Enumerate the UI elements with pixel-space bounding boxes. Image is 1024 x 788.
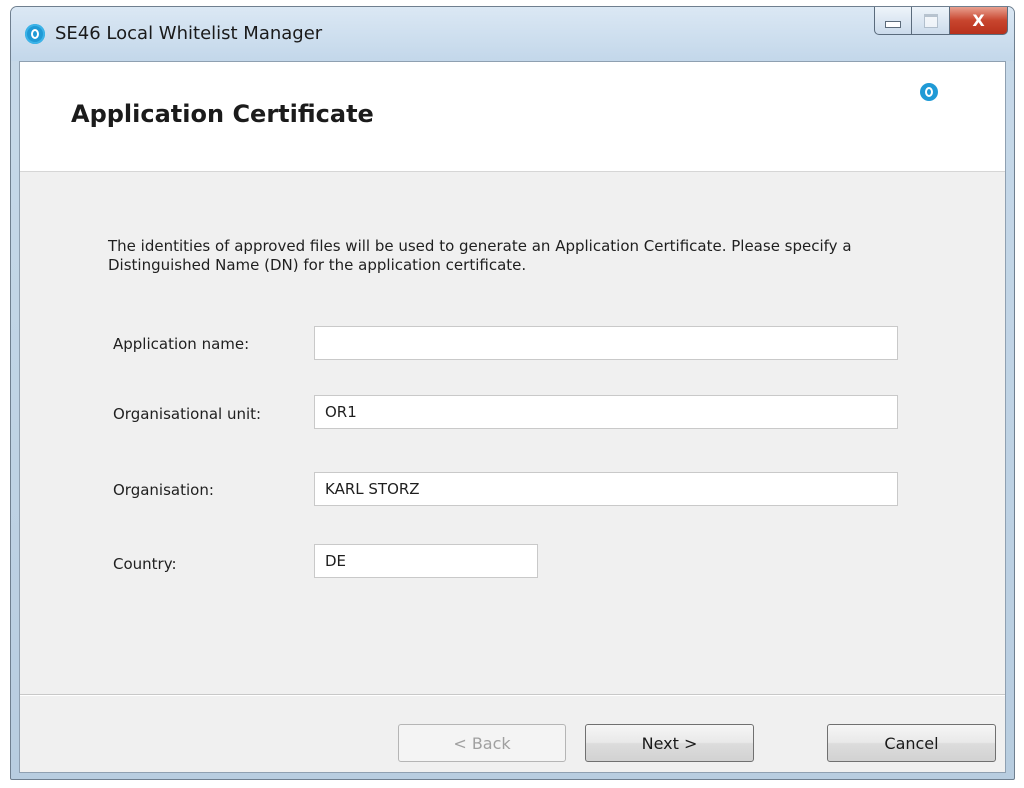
minimize-icon	[885, 21, 901, 28]
footer-divider	[20, 694, 1005, 696]
app-logo-icon	[25, 24, 45, 44]
minimize-button[interactable]	[874, 7, 912, 35]
organisational-unit-label: Organisational unit:	[113, 405, 262, 423]
page-title: Application Certificate	[71, 100, 374, 128]
header-panel: Application Certificate	[20, 62, 1005, 172]
window-title: SE46 Local Whitelist Manager	[55, 23, 323, 44]
dialog-window: SE46 Local Whitelist Manager X Applicati…	[10, 6, 1015, 780]
title-bar[interactable]: SE46 Local Whitelist Manager X	[11, 7, 1014, 61]
next-button[interactable]: Next >	[585, 724, 754, 762]
app-logo-icon	[920, 83, 938, 101]
caption-buttons: X	[874, 7, 1008, 37]
application-name-label: Application name:	[113, 335, 250, 353]
cancel-button[interactable]: Cancel	[827, 724, 996, 762]
country-input[interactable]	[314, 544, 538, 578]
description-text: The identities of approved files will be…	[108, 237, 852, 274]
close-button[interactable]: X	[950, 7, 1008, 35]
application-name-input[interactable]	[314, 326, 898, 360]
organisation-input[interactable]	[314, 472, 898, 506]
close-icon: X	[972, 11, 985, 30]
organisational-unit-input[interactable]	[314, 395, 898, 429]
dialog-body: Application Certificate The identities o…	[19, 61, 1006, 773]
maximize-button[interactable]	[912, 7, 950, 35]
back-button[interactable]: < Back	[398, 724, 566, 762]
maximize-icon	[923, 13, 938, 28]
country-label: Country:	[113, 555, 177, 573]
organisation-label: Organisation:	[113, 481, 214, 499]
